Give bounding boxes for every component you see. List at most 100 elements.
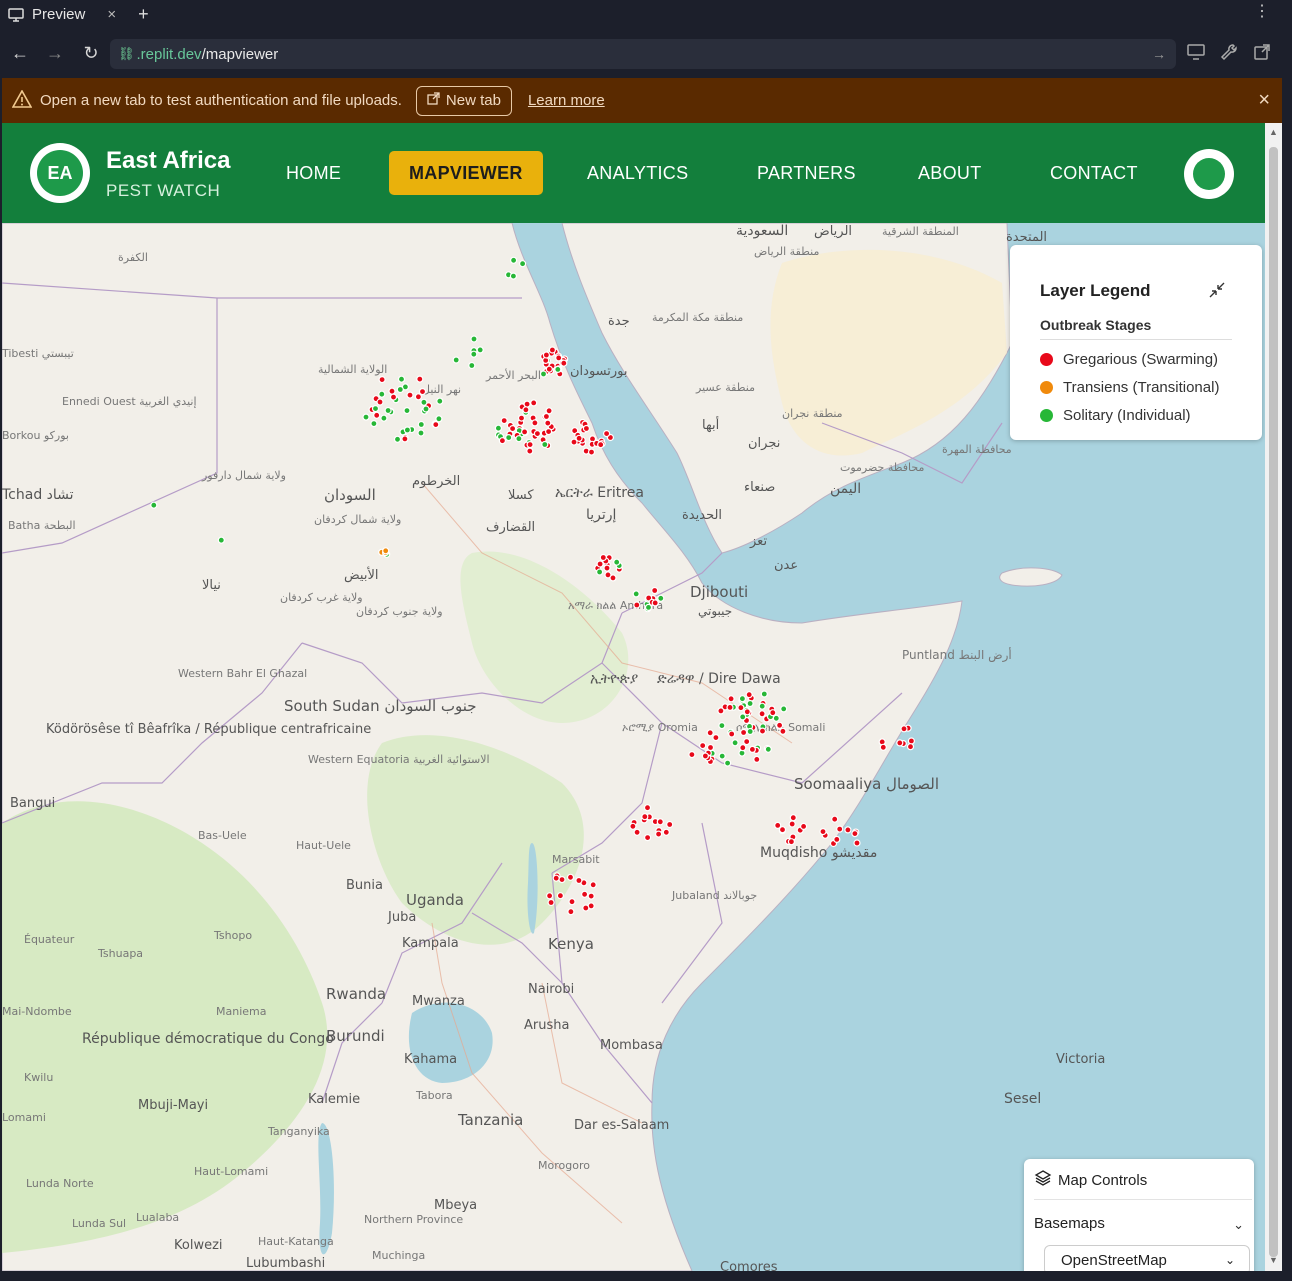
outbreak-marker[interactable] (542, 412, 551, 421)
outbreak-marker[interactable] (500, 417, 508, 425)
outbreak-marker[interactable] (373, 411, 381, 419)
outbreak-marker[interactable] (389, 393, 398, 401)
outbreak-marker[interactable] (517, 414, 526, 422)
outbreak-marker[interactable] (906, 743, 915, 751)
outbreak-marker[interactable] (743, 708, 751, 716)
outbreak-marker[interactable] (403, 407, 411, 415)
outbreak-marker[interactable] (468, 361, 476, 370)
forward-icon[interactable]: → (44, 42, 66, 64)
outbreak-marker[interactable] (739, 728, 748, 737)
outbreak-marker[interactable] (436, 397, 444, 405)
outbreak-marker[interactable] (526, 441, 534, 449)
outbreak-marker[interactable] (542, 351, 551, 359)
outbreak-marker[interactable] (739, 744, 747, 752)
outbreak-marker[interactable] (545, 892, 554, 900)
outbreak-marker[interactable] (378, 390, 386, 398)
outbreak-marker[interactable] (758, 727, 767, 735)
learn-more-link[interactable]: Learn more (528, 92, 605, 109)
outbreak-marker[interactable] (728, 730, 736, 738)
outbreak-marker[interactable] (470, 350, 478, 358)
outbreak-marker[interactable] (632, 590, 640, 598)
outbreak-marker[interactable] (589, 881, 597, 889)
outbreak-marker[interactable] (788, 820, 796, 828)
outbreak-marker[interactable] (498, 437, 506, 445)
outbreak-marker[interactable] (651, 599, 659, 607)
outbreak-marker[interactable] (533, 430, 542, 438)
outbreak-marker[interactable] (435, 415, 443, 423)
scroll-down-icon[interactable]: ▼ (1269, 1255, 1278, 1265)
outbreak-marker[interactable] (547, 898, 555, 907)
outbreak-marker[interactable] (718, 722, 726, 730)
address-bar[interactable]: ⛓ .replit.dev /mapviewer → (110, 39, 1176, 69)
outbreak-marker[interactable] (380, 414, 388, 422)
outbreak-marker[interactable] (217, 536, 225, 544)
outbreak-marker[interactable] (582, 424, 591, 433)
outbreak-marker[interactable] (548, 346, 557, 354)
outbreak-marker[interactable] (575, 876, 583, 885)
outbreak-marker[interactable] (554, 365, 562, 373)
outbreak-marker[interactable] (603, 564, 611, 572)
outbreak-marker[interactable] (833, 835, 841, 844)
outbreak-marker[interactable] (397, 375, 406, 383)
outbreak-marker[interactable] (831, 815, 839, 823)
outbreak-marker[interactable] (476, 346, 484, 354)
back-icon[interactable]: ← (9, 42, 31, 64)
outbreak-marker[interactable] (566, 873, 575, 881)
outbreak-marker[interactable] (510, 256, 518, 264)
browser-tab[interactable]: Preview × + (8, 3, 149, 25)
outbreak-marker[interactable] (422, 405, 430, 413)
outbreak-marker[interactable] (587, 892, 595, 900)
outbreak-marker[interactable] (819, 827, 827, 836)
outbreak-marker[interactable] (388, 387, 396, 395)
open-external-icon[interactable] (1252, 42, 1274, 64)
outbreak-marker[interactable] (609, 574, 617, 582)
outbreak-marker[interactable] (654, 830, 663, 838)
outbreak-marker[interactable] (580, 890, 589, 898)
outbreak-marker[interactable] (633, 828, 641, 836)
outbreak-marker[interactable] (526, 447, 534, 455)
map-controls-header[interactable]: Map Controls (1034, 1169, 1147, 1191)
reload-icon[interactable]: ↻ (80, 42, 102, 64)
outbreak-marker[interactable] (769, 709, 777, 717)
outbreak-marker[interactable] (396, 385, 404, 394)
outbreak-marker[interactable] (414, 393, 422, 401)
outbreak-marker[interactable] (764, 745, 772, 753)
nav-mapviewer[interactable]: MAPVIEWER (389, 151, 543, 195)
outbreak-marker[interactable] (746, 727, 754, 736)
outbreak-marker[interactable] (599, 553, 607, 562)
outbreak-marker[interactable] (416, 375, 424, 383)
outbreak-marker[interactable] (746, 699, 754, 708)
outbreak-marker[interactable] (853, 839, 861, 847)
outbreak-marker[interactable] (844, 826, 852, 834)
outbreak-marker[interactable] (595, 568, 604, 576)
outbreak-marker[interactable] (656, 818, 664, 826)
outbreak-marker[interactable] (758, 702, 766, 710)
outbreak-marker[interactable] (688, 750, 696, 759)
outbreak-marker[interactable] (737, 704, 745, 712)
outbreak-marker[interactable] (748, 745, 757, 754)
profile-avatar[interactable] (1184, 149, 1234, 199)
nav-analytics[interactable]: ANALYTICS (587, 151, 688, 195)
outbreak-marker[interactable] (371, 405, 380, 413)
outbreak-marker[interactable] (552, 874, 560, 882)
new-tab-button[interactable]: New tab (415, 85, 512, 116)
outbreak-marker[interactable] (403, 426, 411, 434)
logo[interactable]: EA (30, 143, 90, 203)
outbreak-marker[interactable] (384, 406, 392, 415)
close-icon[interactable]: × (1258, 90, 1270, 110)
outbreak-marker[interactable] (641, 813, 649, 821)
outbreak-marker[interactable] (643, 833, 652, 842)
outbreak-marker[interactable] (787, 838, 796, 846)
outbreak-marker[interactable] (567, 908, 575, 916)
outbreak-marker[interactable] (738, 695, 747, 703)
outbreak-marker[interactable] (362, 413, 370, 421)
outbreak-marker[interactable] (706, 729, 714, 737)
outbreak-marker[interactable] (758, 710, 766, 718)
outbreak-marker[interactable] (417, 420, 425, 429)
outbreak-marker[interactable] (452, 356, 460, 364)
outbreak-marker[interactable] (718, 752, 726, 760)
outbreak-marker[interactable] (662, 828, 670, 836)
outbreak-marker[interactable] (587, 448, 596, 456)
outbreak-marker[interactable] (779, 727, 787, 735)
outbreak-marker[interactable] (836, 825, 844, 833)
